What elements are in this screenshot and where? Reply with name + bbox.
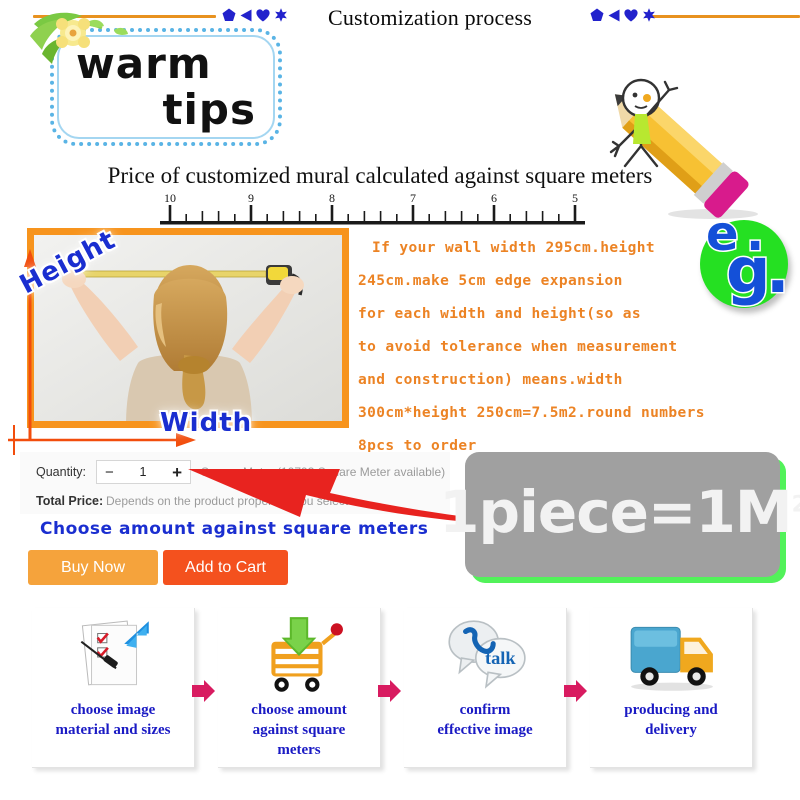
process-step-caption: confirm effective image [408,700,562,740]
add-to-cart-button[interactable]: Add to Cart [163,550,288,585]
quantity-decrement-button[interactable]: − [105,465,114,480]
quantity-value[interactable]: 1 [139,465,146,479]
process-steps: choose image material and sizes choose amo… [0,600,800,785]
header-divider-right [646,15,800,18]
example-text-line: 300cm*height 250cm=7.5m2.round numbers [358,405,705,421]
process-step-caption-line: producing and [624,702,718,718]
process-step-icon-area [590,616,752,696]
star-icon [275,8,287,22]
process-step-icon-area [32,616,194,696]
process-step-arrow-icon [378,680,401,702]
example-text-line: to avoid tolerance when measurement [358,339,678,355]
star-icon [643,8,655,22]
process-step-arrow-icon [564,680,587,702]
example-text-line: If your wall width 295cm.height [372,240,656,256]
process-step-2: choose amount against square meters [218,608,381,768]
header-decoration-left [222,8,288,22]
process-step-caption: producing and delivery [594,700,748,740]
heart-icon [256,8,270,21]
example-text-line: and construction) means.width [358,372,623,388]
example-text-line: 245cm.make 5cm edge expansion [358,273,623,289]
one-piece-equals-one-square-meter-box: 1piece=1M2 [439,452,800,577]
width-label: Width [160,408,253,438]
ruler-graphic: 10 9 8 7 6 5 [160,193,585,225]
piece-box-main: 1piece=1M [439,477,792,546]
pentagon-icon [590,8,604,21]
ruler-tick-label: 7 [410,193,416,205]
eg-dot-second: . [765,233,792,309]
process-step-caption-line: choose amount [251,702,347,718]
triangle-left-icon [608,9,620,21]
svg-text:talk: talk [485,648,516,668]
process-step-caption: choose image material and sizes [36,700,190,740]
process-step-caption-line: effective image [437,722,533,738]
pencil-stick-figure-icon [609,78,758,219]
checklist-document-icon [80,620,149,686]
ruler-tick-label: 5 [572,193,578,205]
process-step-arrow-icon [192,680,215,702]
customization-process-banner: Customization process warm tips Price of… [0,0,800,800]
ruler-tick-label: 6 [491,193,497,205]
process-step-caption-line: meters [277,742,321,758]
process-step-caption: choose amount against square meters [222,700,376,760]
eg-letter-g: g [724,233,771,309]
process-step-caption-line: confirm [459,702,511,718]
process-step-4: producing and delivery [590,608,753,768]
delivery-truck-icon [630,626,713,691]
process-step-icon-area: talk [404,616,566,696]
ruler-tick-label: 8 [329,193,335,205]
example-text-line: for each width and height(so as [358,306,642,322]
flower-vine-icon [30,12,128,64]
page-title: Customization process [327,5,532,30]
quantity-label: Quantity: [36,465,87,479]
total-price-label: Total Price: [36,494,104,508]
process-step-caption-line: choose image [70,702,156,718]
ruler-tick-label: 10 [164,193,176,205]
process-step-caption-line: delivery [645,722,697,738]
process-step-1: choose image material and sizes [32,608,195,768]
piece-box-text: 1piece=1M2 [439,478,800,546]
buy-now-button[interactable]: Buy Now [28,550,158,585]
warm-tips-line2: tips [162,85,256,134]
heart-icon [624,8,638,21]
pentagon-icon [222,8,236,21]
example-text-block: If your wall width 295cm.height 245cm.mak… [358,232,738,463]
piece-box-exponent: 2 [791,492,800,518]
process-step-caption-line: material and sizes [55,722,171,738]
warm-tips-box: warm tips [30,12,282,146]
ruler-tick-label: 9 [248,193,254,205]
triangle-left-icon [240,9,252,21]
shopping-cart-download-icon [271,617,343,692]
process-step-caption-line: against square [252,722,346,738]
quantity-stepper[interactable]: − 1 + [96,460,191,484]
header-decoration-right [590,8,656,22]
eg-badge: e . g . [700,205,792,309]
talk-bubbles-icon: talk [448,620,526,689]
process-step-3: talk confirm effective image [404,608,567,768]
process-step-icon-area [218,616,380,696]
